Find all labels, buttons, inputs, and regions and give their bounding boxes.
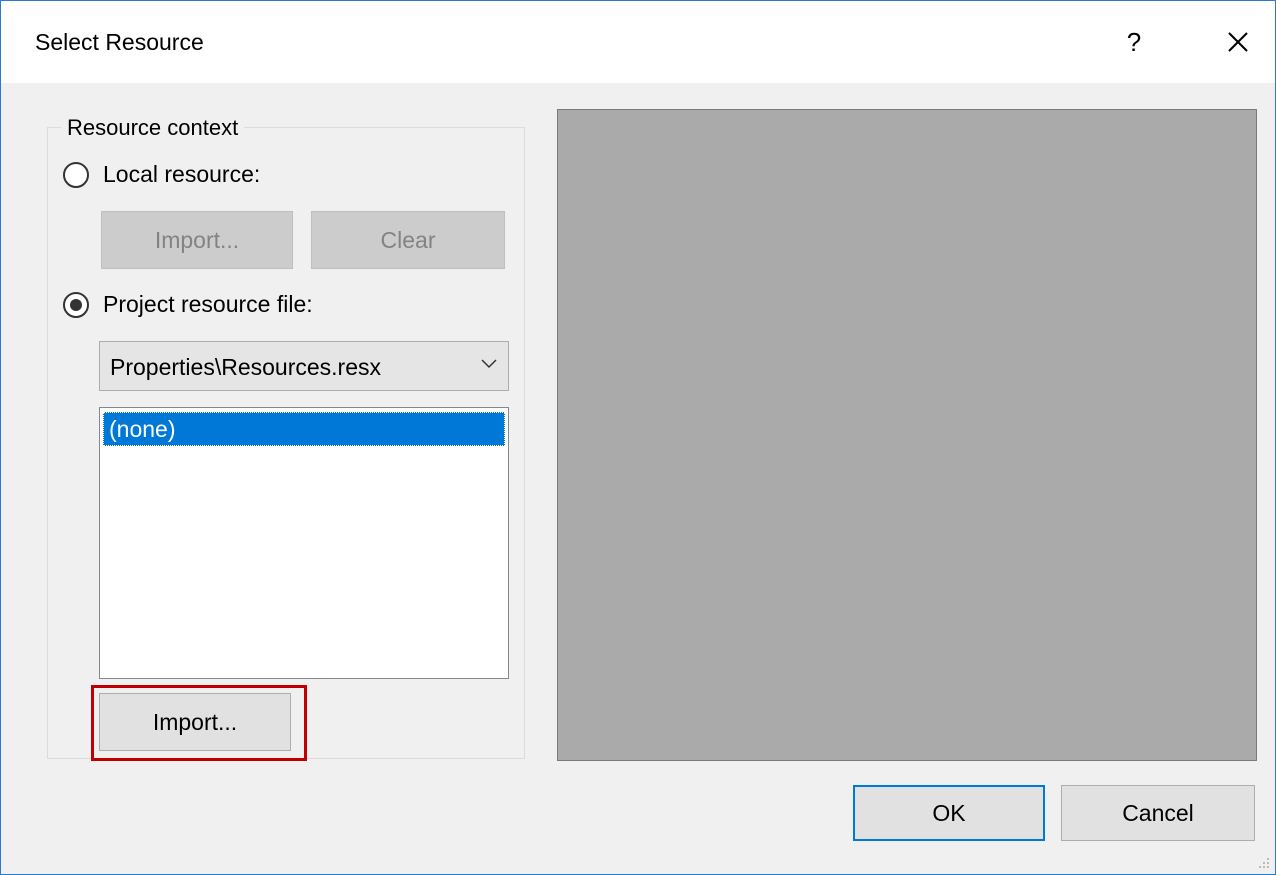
local-import-button[interactable]: Import... (101, 211, 293, 269)
resize-grip-icon[interactable] (1257, 856, 1271, 870)
import-highlight-frame (91, 685, 307, 761)
project-resource-radio[interactable]: Project resource file: (63, 291, 313, 318)
local-clear-button[interactable]: Clear (311, 211, 505, 269)
project-resource-radio-circle[interactable] (63, 291, 89, 318)
select-resource-dialog: Select Resource ? Resource context Local… (0, 0, 1276, 875)
resource-preview-pane (557, 109, 1257, 761)
resource-list[interactable]: (none) (99, 407, 509, 679)
close-icon (1228, 32, 1248, 52)
resource-file-select[interactable]: Properties\Resources.resx (99, 341, 509, 391)
help-icon: ? (1126, 26, 1142, 57)
resource-context-legend: Resource context (61, 115, 245, 141)
help-button[interactable]: ? (1109, 17, 1159, 67)
close-button[interactable] (1213, 17, 1263, 67)
ok-button[interactable]: OK (853, 785, 1045, 841)
project-resource-label: Project resource file: (103, 291, 313, 317)
local-resource-radio-circle[interactable] (63, 161, 89, 188)
local-resource-radio[interactable]: Local resource: (63, 161, 260, 188)
list-item[interactable]: (none) (103, 412, 505, 446)
title-bar: Select Resource ? (1, 1, 1275, 83)
resource-file-value: Properties\Resources.resx (110, 354, 381, 380)
dialog-title: Select Resource (35, 29, 204, 55)
chevron-down-icon (481, 359, 497, 369)
cancel-button[interactable]: Cancel (1061, 785, 1255, 841)
local-resource-label: Local resource: (103, 161, 261, 187)
